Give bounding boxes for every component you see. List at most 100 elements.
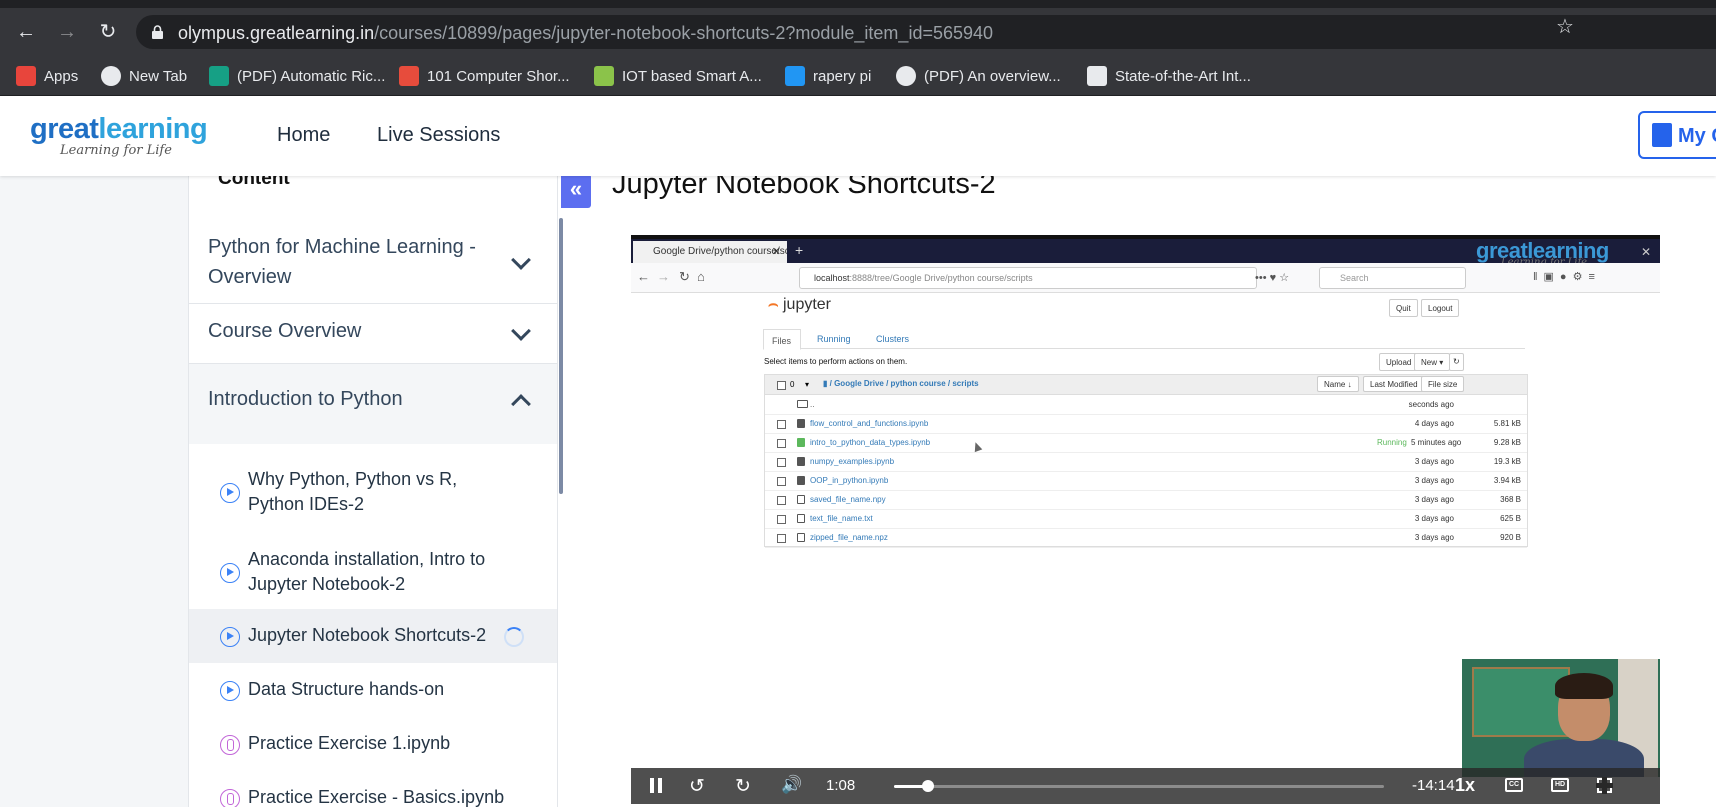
url-host: olympus.greatlearning.in xyxy=(178,23,375,43)
toolbar-icons: ‖▣●⚙≡ xyxy=(1533,271,1601,283)
jupyter-mark-icon: ⌢ xyxy=(768,296,779,313)
notebook-icon xyxy=(797,419,805,428)
rewind-icon[interactable]: ↺ xyxy=(689,775,705,798)
video-player[interactable]: Google Drive/python course/sc ✕ + greatle… xyxy=(631,235,1660,804)
forward-skip-icon[interactable]: ↻ xyxy=(735,775,751,798)
bookmark-item[interactable]: 101 Computer Shor... xyxy=(399,64,570,88)
folder-icon xyxy=(797,400,808,408)
lesson-label: Why Python, Python vs R, Python IDEs-2 xyxy=(248,469,458,514)
bookmark-star-icon[interactable]: ☆ xyxy=(1556,14,1574,39)
notebook-icon xyxy=(797,457,805,466)
chalkboard xyxy=(1472,667,1570,737)
lesson-label: Practice Exercise - Basics.ipynb xyxy=(248,787,505,807)
file-modified: 3 days ago xyxy=(1414,457,1454,466)
course-sidebar: Content Python for Machine Learning - Ov… xyxy=(188,176,558,807)
home-icon: ⌂ xyxy=(697,269,705,284)
lesson-item-data-structure[interactable]: Data Structure hands-on xyxy=(189,663,557,717)
my-courses-label: My C xyxy=(1678,125,1716,147)
bookmark-item[interactable]: IOT based Smart A... xyxy=(594,64,762,88)
file-checkbox xyxy=(777,439,786,448)
file-size: 19.3 kB xyxy=(1493,457,1521,466)
jupyter-upload-button: Upload xyxy=(1379,353,1419,371)
elapsed-time: 1:08 xyxy=(826,777,856,794)
file-row: flow_control_and_functions.ipynb 4 days a… xyxy=(765,414,1527,434)
seek-handle[interactable] xyxy=(922,780,935,792)
attachment-icon xyxy=(220,789,240,807)
book-icon xyxy=(1652,123,1672,147)
bookmark-item[interactable]: State-of-the-Art Int... xyxy=(1087,64,1251,88)
sort-modified-button: Last Modified xyxy=(1363,376,1425,392)
url-text[interactable]: olympus.greatlearning.in/courses/10899/p… xyxy=(178,23,993,44)
sidebar-scrollbar[interactable] xyxy=(559,218,563,494)
reload-icon[interactable]: ↻ xyxy=(96,20,120,44)
fullscreen-icon[interactable] xyxy=(1596,777,1613,794)
nav-live-sessions[interactable]: Live Sessions xyxy=(377,124,500,147)
lesson-item-practice-basics[interactable]: Practice Exercise - Basics.ipynb xyxy=(189,771,557,807)
greatlearning-logo[interactable]: greatlearning Learning for Life xyxy=(30,114,208,158)
bookmark-item[interactable]: New Tab xyxy=(101,64,187,88)
video-browser-tab: Google Drive/python course/sc ✕ xyxy=(633,241,787,263)
jupyter-quit-button: Quit xyxy=(1389,299,1418,317)
left-gutter xyxy=(0,176,188,807)
file-name: flow_control_and_functions.ipynb xyxy=(810,419,929,428)
logo-wordmark: greatlearning xyxy=(30,114,208,144)
folder-breadcrumb: ▮ / Google Drive / python course / scrip… xyxy=(823,379,979,388)
sidebar-heading: Content xyxy=(218,176,290,189)
file-modified: 3 days ago xyxy=(1414,495,1454,504)
jupyter-logout-button: Logout xyxy=(1421,299,1460,317)
bookmark-item[interactable]: (PDF) Automatic Ric... xyxy=(209,64,385,88)
lesson-item-anaconda[interactable]: Anaconda installation, Intro to Jupyter … xyxy=(189,537,557,609)
bookmarks-bar: Apps New Tab (PDF) Automatic Ric... 101 Com… xyxy=(0,56,1716,96)
notebook-icon xyxy=(797,476,805,485)
bookmark-item[interactable]: (PDF) An overview... xyxy=(896,64,1061,88)
file-modified: 5 minutes ago xyxy=(1411,438,1462,447)
file-size: 5.81 kB xyxy=(1493,419,1521,428)
lesson-item-jupyter-shortcuts[interactable]: Jupyter Notebook Shortcuts-2 xyxy=(189,609,557,663)
bookmark-item[interactable]: rapery pi xyxy=(785,64,871,88)
bookmark-item[interactable]: Apps xyxy=(16,64,78,88)
instructor-webcam xyxy=(1462,659,1660,777)
sidebar-section-intro-python[interactable]: Introduction to Python xyxy=(189,364,557,444)
file-checkbox xyxy=(777,477,786,486)
captions-icon[interactable]: CC xyxy=(1505,778,1523,792)
lesson-item-why-python[interactable]: Why Python, Python vs R, Python IDEs-2 xyxy=(189,457,557,529)
seek-bar[interactable] xyxy=(894,780,1384,792)
back-icon[interactable]: ← xyxy=(14,20,38,44)
playback-speed-button[interactable]: 1x xyxy=(1455,775,1475,796)
jupyter-new-button: New ▾ xyxy=(1414,353,1451,371)
more-icon: ••• ♥ ☆ xyxy=(1255,272,1290,284)
document-icon xyxy=(1087,66,1107,86)
my-courses-button[interactable]: My C xyxy=(1638,111,1716,159)
forward-icon: → xyxy=(657,269,670,284)
volume-icon[interactable]: 🔊 xyxy=(781,775,802,795)
file-row: intro_to_python_data_types.ipynb Running 5… xyxy=(765,433,1527,453)
jupyter-tab-files: Files xyxy=(763,329,801,350)
forward-icon[interactable]: → xyxy=(55,20,79,44)
address-bar-row: ← → ↻ olympus.greatlearning.in/courses/1… xyxy=(0,8,1716,56)
refresh-icon: ↻ xyxy=(1449,353,1464,371)
pause-icon[interactable] xyxy=(650,778,662,793)
file-size: 3.94 kB xyxy=(1493,476,1521,485)
sidebar-section-course-overview[interactable]: Course Overview xyxy=(189,304,557,364)
file-row: text_file_name.txt 3 days ago 625 B xyxy=(765,509,1527,529)
file-size: 368 B xyxy=(1500,495,1521,504)
jupyter-logo: ⌢ jupyter xyxy=(768,296,831,314)
bookmark-label: (PDF) An overview... xyxy=(924,67,1061,85)
jupyter-tab-clusters: Clusters xyxy=(876,334,910,344)
tab-strip xyxy=(0,0,1716,8)
play-circle-icon xyxy=(220,681,240,701)
jupyter-hint: Select items to perform actions on them. xyxy=(764,357,908,366)
bookmark-label: IOT based Smart A... xyxy=(622,67,762,85)
sidebar-section-python-ml-overview[interactable]: Python for Machine Learning - Overview xyxy=(189,222,557,304)
breadcrumb-text: / Google Drive / python course / scripts xyxy=(829,379,979,388)
nav-home[interactable]: Home xyxy=(277,124,330,147)
file-modified: 4 days ago xyxy=(1414,419,1454,428)
hd-quality-icon[interactable]: HD xyxy=(1551,778,1569,792)
remaining-time: -14:14 xyxy=(1412,777,1455,794)
globe-icon xyxy=(896,66,916,86)
lesson-item-practice-1[interactable]: Practice Exercise 1.ipynb xyxy=(189,717,557,771)
video-url-path: :8888/tree/Google Drive/python course/sc… xyxy=(849,273,1033,283)
collapse-sidebar-button[interactable]: « xyxy=(561,174,591,208)
tep-icon xyxy=(785,66,805,86)
omnibox[interactable]: olympus.greatlearning.in/courses/10899/p… xyxy=(136,15,1716,49)
